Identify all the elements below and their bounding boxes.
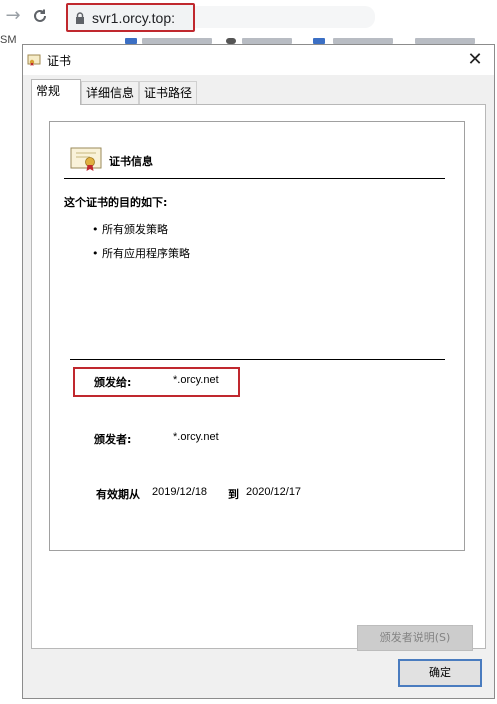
general-tab-panel: 证书信息 这个证书的目的如下: • 所有颁发策略 • 所有应用程序策略 颁发给:… (31, 104, 486, 651)
divider (70, 359, 445, 360)
bookmark-fragment[interactable]: SM (0, 34, 17, 46)
forward-arrow-icon[interactable]: → (2, 5, 24, 27)
issued-to-value: *.orcy.net (173, 374, 219, 386)
valid-to-label: 到 (228, 488, 239, 501)
issued-by-value: *.orcy.net (173, 431, 219, 443)
reload-icon[interactable] (29, 5, 51, 27)
purpose-item: • 所有颁发策略 (92, 223, 168, 236)
tab-certification-path[interactable]: 证书路径 (139, 81, 197, 104)
address-bar[interactable]: svr1.orcy.top: (66, 3, 195, 32)
certificate-icon (70, 147, 102, 171)
dialog-title: 证书 (47, 54, 72, 68)
tab-general[interactable]: 常规 (31, 79, 81, 105)
divider (64, 178, 445, 179)
address-text: svr1.orcy.top: (92, 10, 175, 26)
certificate-info-box: 证书信息 这个证书的目的如下: • 所有颁发策略 • 所有应用程序策略 颁发给:… (49, 121, 465, 551)
dialog-titlebar[interactable]: 证书 ✕ (23, 45, 494, 75)
address-bar-blurred[interactable] (195, 6, 375, 28)
certificate-info-heading: 证书信息 (109, 155, 153, 168)
purpose-title: 这个证书的目的如下: (64, 196, 168, 209)
valid-from-label: 有效期从 (96, 488, 140, 501)
issuer-statement-button[interactable]: 颁发者说明(S) (357, 625, 473, 651)
certificate-dialog: 证书 ✕ 常规 详细信息 证书路径 证书信息 这个证书的目的如下: • 所有颁发… (22, 44, 495, 699)
certificate-icon (27, 54, 41, 66)
valid-to-value: 2020/12/17 (246, 486, 302, 498)
issued-by-label: 颁发者: (94, 433, 132, 446)
close-icon[interactable]: ✕ (464, 49, 486, 71)
tab-details[interactable]: 详细信息 (81, 81, 139, 104)
ok-button[interactable]: 确定 (398, 659, 482, 687)
purpose-item: • 所有应用程序策略 (92, 247, 190, 260)
issued-to-label: 颁发给: (94, 376, 132, 389)
lock-icon (76, 12, 84, 24)
browser-toolbar: → svr1.orcy.top: (0, 0, 497, 34)
valid-from-value: 2019/12/18 (152, 486, 208, 498)
